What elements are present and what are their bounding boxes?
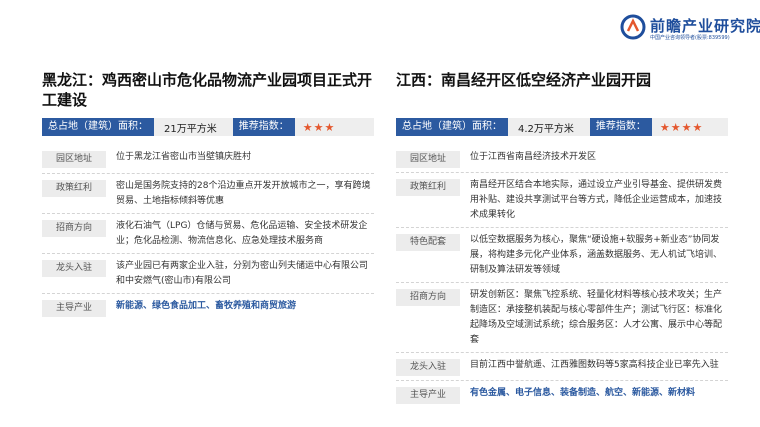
divider	[396, 172, 728, 173]
info-row-leaders: 龙头入驻 目前江西中誉航遥、江西雅图数码等5家高科技企业已率先入驻	[396, 358, 728, 376]
row-text: 密山是国务院支持的28个沿边重点开发开放城市之一，享有跨境贸易、土地指标倾斜等优…	[116, 181, 371, 206]
divider	[42, 173, 374, 174]
logo-mark-icon	[620, 14, 646, 40]
row-label: 龙头入驻	[42, 260, 106, 277]
info-row-investment: 招商方向 研发创新区：聚焦飞控系统、轻量化材料等核心技术攻关；生产制造区：承接整…	[396, 288, 728, 348]
logo-tagline: 中国产业咨询领导者(股票:839599)	[650, 35, 730, 41]
rating-label: 推荐指数：	[589, 118, 652, 136]
row-text: 位于黑龙江省密山市当壁镇庆胜村	[116, 152, 252, 162]
row-text: 以低空数据服务为核心，聚焦“硬设施+软服务+新业态”协同发展，将构建多元化产业体…	[470, 235, 723, 275]
divider	[396, 380, 728, 381]
info-row-address: 园区地址 位于江西省南昌经济技术开发区	[396, 150, 728, 168]
rating-label: 推荐指数：	[232, 118, 295, 136]
row-label: 龙头入驻	[396, 359, 460, 376]
area-label: 总占地（建筑）面积：	[396, 118, 508, 136]
row-text: 有色金属、电子信息、装备制造、航空、新能源、新材料	[470, 388, 696, 398]
info-row-industries: 主导产业 有色金属、电子信息、装备制造、航空、新能源、新材料	[396, 386, 728, 404]
area-value: 21万平方米	[164, 123, 217, 135]
row-text: 研发创新区：聚焦飞控系统、轻量化材料等核心技术攻关；生产制造区：承接整机装配与核…	[470, 290, 723, 345]
row-label: 政策红利	[396, 179, 460, 196]
row-text: 目前江西中誉航遥、江西雅图数码等5家高科技企业已率先入驻	[470, 360, 719, 370]
row-label: 主导产业	[396, 387, 460, 404]
row-label: 特色配套	[396, 234, 460, 251]
row-label: 招商方向	[396, 289, 460, 306]
area-label: 总占地（建筑）面积：	[42, 118, 154, 136]
park-card-heilongjiang: 黑龙江：鸡西密山市危化品物流产业园项目正式开工建设 总占地（建筑）面积： 21万…	[42, 70, 374, 318]
logo-name: 前瞻产业研究院	[650, 17, 760, 35]
divider	[42, 293, 374, 294]
row-text: 南昌经开区结合本地实际，通过设立产业引导基金、提供研发费用补贴、建设共享测试平台…	[470, 180, 723, 220]
row-text: 位于江西省南昌经济技术开发区	[470, 152, 597, 162]
area-value: 4.2万平方米	[518, 123, 574, 135]
rating-stars: ★★★★	[659, 120, 704, 134]
row-label: 园区地址	[396, 151, 460, 168]
park-title: 江西：南昌经开区低空经济产业园开园	[396, 71, 652, 89]
stat-bar: 总占地（建筑）面积： 21万平方米 推荐指数： ★★★	[42, 118, 374, 136]
row-text: 液化石油气（LPG）仓储与贸易、危化品运输、安全技术研发企业；危化品检测、物流信…	[116, 221, 368, 246]
info-row-facilities: 特色配套 以低空数据服务为核心，聚焦“硬设施+软服务+新业态”协同发展，将构建多…	[396, 233, 728, 278]
row-text: 新能源、绿色食品加工、畜牧养殖和商贸旅游	[116, 301, 297, 311]
divider	[42, 213, 374, 214]
row-label: 政策红利	[42, 180, 106, 197]
park-title: 黑龙江：鸡西密山市危化品物流产业园项目正式开工建设	[42, 71, 373, 109]
info-row-policy: 政策红利 密山是国务院支持的28个沿边重点开发开放城市之一，享有跨境贸易、土地指…	[42, 179, 374, 209]
rating-stars: ★★★	[302, 120, 336, 134]
row-label: 招商方向	[42, 220, 106, 237]
row-label: 园区地址	[42, 151, 106, 168]
divider	[396, 352, 728, 353]
park-card-jiangxi: 江西：南昌经开区低空经济产业园开园 总占地（建筑）面积： 4.2万平方米 推荐指…	[396, 70, 728, 404]
row-text: 该产业园已有两家企业入驻，分别为密山列夫储运中心有限公司和中安燃气(密山市)有限…	[116, 261, 369, 286]
info-row-investment: 招商方向 液化石油气（LPG）仓储与贸易、危化品运输、安全技术研发企业；危化品检…	[42, 219, 374, 249]
brand-logo: 前瞻产业研究院 中国产业咨询领导者(股票:839599)	[620, 14, 760, 46]
stat-bar: 总占地（建筑）面积： 4.2万平方米 推荐指数： ★★★★	[396, 118, 728, 136]
info-row-address: 园区地址 位于黑龙江省密山市当壁镇庆胜村	[42, 150, 374, 169]
info-row-industries: 主导产业 新能源、绿色食品加工、畜牧养殖和商贸旅游	[42, 299, 374, 318]
divider	[42, 253, 374, 254]
divider	[396, 227, 728, 228]
info-row-leaders: 龙头入驻 该产业园已有两家企业入驻，分别为密山列夫储运中心有限公司和中安燃气(密…	[42, 259, 374, 289]
divider	[396, 282, 728, 283]
info-row-policy: 政策红利 南昌经开区结合本地实际，通过设立产业引导基金、提供研发费用补贴、建设共…	[396, 178, 728, 223]
row-label: 主导产业	[42, 300, 106, 317]
